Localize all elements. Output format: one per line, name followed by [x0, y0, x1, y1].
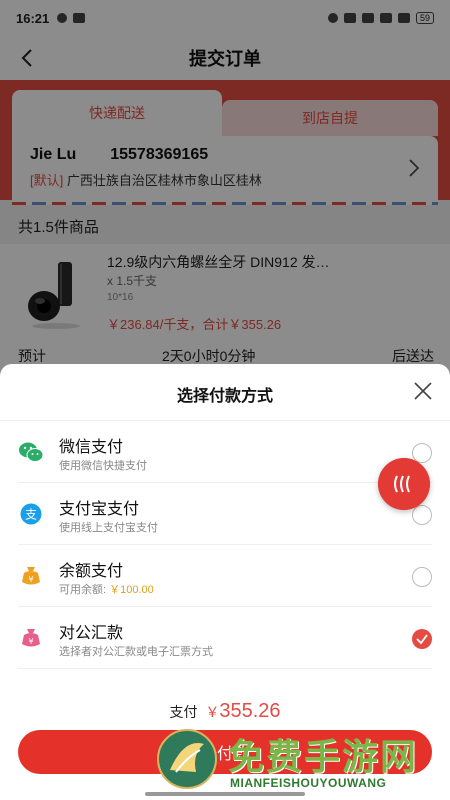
watermark-logo [157, 729, 217, 789]
svg-text:¥: ¥ [28, 637, 33, 646]
total-label: 支付 [169, 704, 198, 720]
wallet-icon: ¥ [22, 567, 40, 585]
payment-total: 支付 ￥355.26 [0, 700, 450, 723]
watermark-subtitle: MIANFEISHOUYOUWANG [230, 776, 387, 790]
bank-transfer-icon: ¥ [22, 629, 40, 647]
payment-option-name: 支付宝支付 [59, 501, 140, 518]
radio-unchecked[interactable] [412, 505, 432, 525]
radio-unchecked[interactable] [412, 567, 432, 587]
home-indicator[interactable] [145, 792, 305, 796]
radio-checked-icon[interactable] [412, 629, 432, 649]
payment-option-desc: 使用线上支付宝支付 [59, 522, 158, 534]
sheet-title: 选择付款方式 [176, 388, 273, 405]
close-icon[interactable] [412, 380, 434, 402]
watermark: 免费手游网 MIANFEISHOUYOUWANG [150, 726, 450, 796]
svg-text:支: 支 [25, 508, 37, 522]
floating-service-button[interactable] [378, 458, 430, 510]
payment-option-corporate-transfer[interactable]: ¥ 对公汇款 选择者对公汇款或电子汇票方式 [0, 607, 450, 669]
payment-option-desc: 可用余额: ￥100.00 [59, 581, 154, 597]
balance-label: 可用余额: [59, 584, 107, 596]
payment-option-desc: 选择者对公汇款或电子汇票方式 [59, 646, 213, 658]
payment-option-balance[interactable]: ¥ 余额支付 可用余额: ￥100.00 [0, 545, 450, 607]
payment-option-name: 微信支付 [59, 439, 124, 456]
currency-symbol: ￥ [205, 704, 220, 720]
wechat-icon [19, 442, 44, 462]
payment-option-name: 对公汇款 [59, 625, 124, 642]
divider [18, 668, 432, 669]
svg-text:¥: ¥ [28, 575, 33, 584]
watermark-title: 免费手游网 [228, 736, 419, 778]
payment-option-name: 余额支付 [59, 563, 124, 580]
alipay-icon: 支 [20, 503, 42, 525]
total-amount: 355.26 [219, 700, 281, 722]
balance-amount: ￥100.00 [109, 584, 154, 596]
payment-option-desc: 使用微信快捷支付 [59, 460, 147, 472]
